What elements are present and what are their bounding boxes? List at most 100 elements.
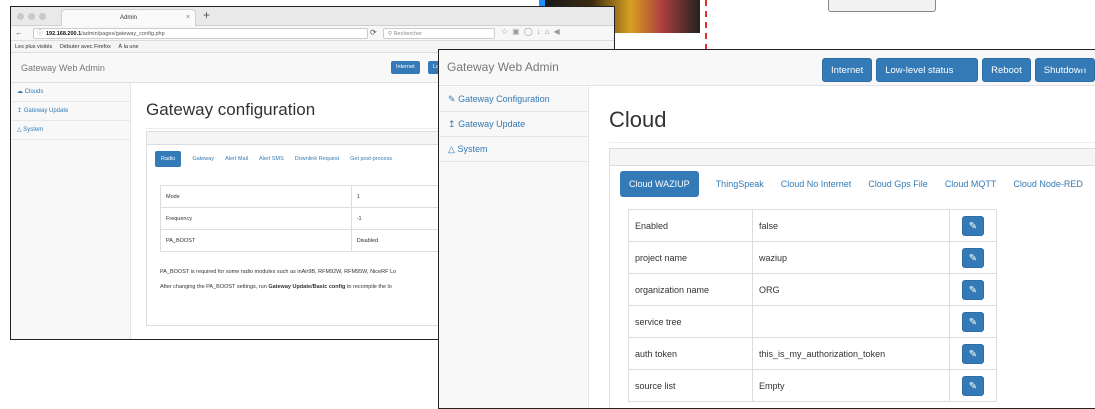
edit-icon: ✎ (448, 94, 456, 104)
upload-icon: ↥ (448, 119, 456, 129)
flask-icon: △ (448, 144, 455, 154)
tab-downlink-request[interactable]: Downlink Request (295, 156, 339, 162)
edit-icon[interactable]: ✎ (962, 247, 984, 268)
tab-thingspeak[interactable]: ThingSpeak (716, 179, 764, 189)
note-text: After changing the PA_BOOST settings, ru… (160, 284, 269, 290)
note-bold-link: Gateway Update/Basic config (268, 284, 346, 290)
reload-icon[interactable]: ⟳ (370, 28, 377, 37)
bookmark-item[interactable]: À la une (118, 44, 138, 50)
sidebar-item-label: System (23, 127, 44, 133)
browser-tab[interactable]: Admin × (61, 9, 196, 26)
tab-cloud-no-internet[interactable]: Cloud No Internet (781, 179, 852, 189)
tab-cloud-waziup[interactable]: Cloud WAZIUP (620, 171, 699, 197)
upload-icon: ↥ (17, 108, 23, 114)
config-tabs: Radio Gateway Alert Mail Alert SMS Downl… (155, 151, 403, 167)
info-icon: ⓘ (37, 31, 44, 37)
edit-cell: ✎ (949, 241, 997, 274)
tab-alert-sms[interactable]: Alert SMS (259, 156, 284, 162)
panel-heading (610, 149, 1095, 166)
row-key: auth token (628, 337, 753, 370)
sidebar-item-gateway-configuration[interactable]: ✎ Gateway Configuration (439, 87, 588, 112)
row-key: PA_BOOST (160, 229, 352, 252)
sidebar: ✎ Gateway Configuration ↥ Gateway Update… (439, 87, 589, 408)
tab-alert-mail[interactable]: Alert Mail (225, 156, 248, 162)
sidebar: ☁ Clouds ↥ Gateway Update △ System (11, 83, 131, 339)
brand-title[interactable]: Gateway Web Admin (447, 60, 559, 74)
row-value: false (752, 209, 950, 242)
row-key: Enabled (628, 209, 753, 242)
table-row: auth token this_is_my_authorization_token… (628, 337, 997, 370)
edit-cell: ✎ (949, 369, 997, 402)
pa-boost-note: PA_BOOST is required for some radio modu… (160, 269, 397, 275)
table-row: source list Empty ✎ (628, 369, 997, 402)
tab-cloud-node-red[interactable]: Cloud Node-RED (1013, 179, 1083, 189)
back-arrow-icon[interactable]: ← (15, 28, 23, 37)
row-value: this_is_my_authorization_token (752, 337, 950, 370)
sidebar-item-system[interactable]: △ System (439, 137, 588, 162)
low-level-status-button[interactable]: Low-level status ON (876, 58, 979, 100)
pa-boost-instruction: After changing the PA_BOOST settings, ru… (160, 284, 392, 290)
sidebar-item-label: Gateway Update (23, 108, 69, 114)
note-text: to recompile the lo (345, 284, 392, 290)
tab-get-post-process[interactable]: Get post-process (350, 156, 392, 162)
waziup-settings-table: Enabled false ✎ project name waziup ✎ organi… (628, 209, 997, 402)
brand-title[interactable]: Gateway Web Admin (21, 63, 105, 73)
edit-icon[interactable]: ✎ (962, 311, 984, 332)
row-key: source list (628, 369, 753, 402)
sidebar-item-label: Gateway Update (458, 119, 526, 129)
edit-icon[interactable]: ✎ (962, 343, 984, 364)
sidebar-item-gateway-update[interactable]: ↥ Gateway Update (11, 102, 130, 121)
window-controls[interactable] (17, 13, 46, 20)
chevron-down-icon: ▾ (1088, 61, 1094, 72)
flask-icon: △ (17, 127, 22, 133)
edit-icon[interactable]: ✎ (962, 215, 984, 236)
front-browser-window: Gateway Web Admin Internet Low-level sta… (438, 49, 1095, 409)
page-title: Cloud (609, 107, 667, 132)
top-partial-button (828, 0, 936, 12)
user-menu[interactable]: ♟ ▾ (1077, 61, 1094, 72)
row-value: Empty (752, 369, 950, 402)
sidebar-item-label: System (457, 144, 488, 154)
edit-cell: ✎ (949, 273, 997, 306)
edit-cell: ✎ (949, 337, 997, 370)
row-key: Mode (160, 185, 352, 208)
navbar-buttons: Internet Low-level status ON Reboot Shut… (822, 58, 1095, 100)
row-value: ORG (752, 273, 950, 306)
row-key: organization name (628, 273, 753, 306)
search-placeholder: Rechercher (393, 31, 422, 37)
edit-icon[interactable]: ✎ (962, 375, 984, 396)
address-bar[interactable]: ⓘ 192.168.200.1/admin/pages/gateway_conf… (33, 28, 368, 39)
row-value: waziup (752, 241, 950, 274)
row-key: Frequency (160, 207, 352, 230)
row-key: service tree (628, 305, 753, 338)
tab-gateway[interactable]: Gateway (192, 156, 214, 162)
internet-button[interactable]: Internet (822, 58, 873, 82)
cloud-icon: ☁ (17, 89, 23, 95)
sidebar-item-label: Gateway Configuration (458, 94, 550, 104)
row-key: project name (628, 241, 753, 274)
url-host: 192.168.200.1 (46, 31, 82, 37)
user-icon: ♟ (1077, 61, 1086, 72)
tab-cloud-gps-file[interactable]: Cloud Gps File (868, 179, 928, 189)
sidebar-item-clouds[interactable]: ☁ Clouds (11, 83, 130, 102)
sidebar-item-gateway-update[interactable]: ↥ Gateway Update (439, 112, 588, 137)
bookmark-item[interactable]: Débuter avec Firefox (60, 44, 111, 50)
page-title: Gateway configuration (146, 100, 316, 119)
sidebar-item-system[interactable]: △ System (11, 121, 130, 140)
dashed-divider (705, 0, 707, 50)
tab-radio[interactable]: Radio (155, 151, 182, 167)
edit-icon[interactable]: ✎ (962, 279, 984, 300)
browser-tab-bar: Admin × + (11, 7, 614, 26)
reboot-button[interactable]: Reboot (982, 58, 1031, 82)
bookmark-item[interactable]: Les plus visités (15, 44, 52, 50)
title-divider (609, 142, 1095, 143)
internet-button[interactable]: Internet (391, 61, 420, 74)
cloud-tabs: Cloud WAZIUP ThingSpeak Cloud No Interne… (620, 171, 1095, 197)
search-input[interactable]: ⚲ Rechercher (383, 28, 495, 39)
new-tab-button[interactable]: + (203, 8, 210, 22)
edit-cell: ✎ (949, 209, 997, 242)
url-path: /admin/pages/gateway_config.php (81, 31, 165, 37)
toolbar-icons[interactable]: ☆▣◯↓⌂◀ (501, 27, 564, 36)
close-icon[interactable]: × (186, 10, 190, 26)
tab-cloud-mqtt[interactable]: Cloud MQTT (945, 179, 997, 189)
